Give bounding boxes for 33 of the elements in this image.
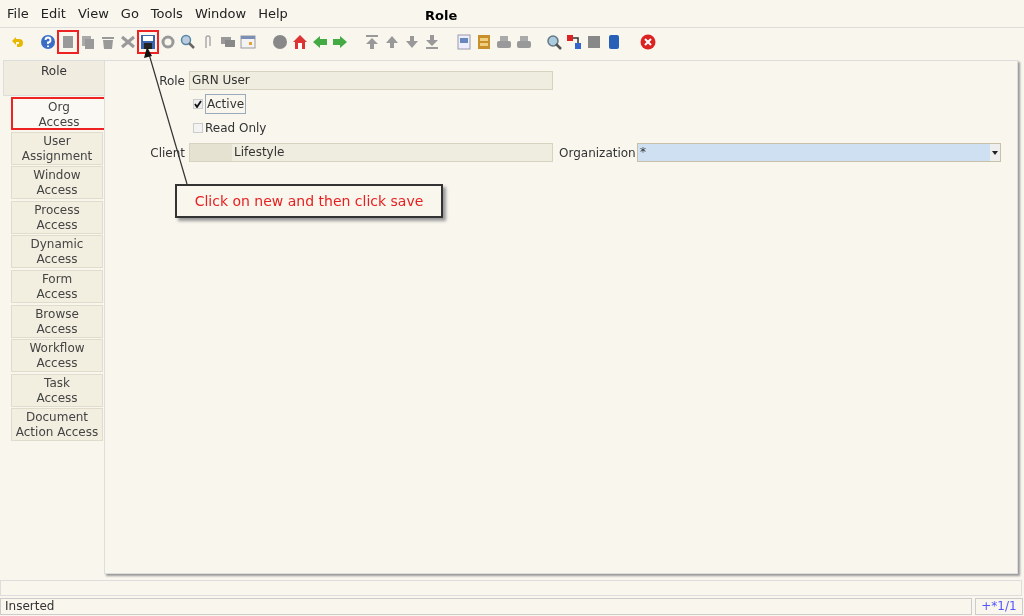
dropdown-caret-icon bbox=[990, 144, 1000, 161]
save-icon[interactable] bbox=[137, 30, 159, 54]
tab[interactable]: Process Access bbox=[11, 200, 103, 234]
menu-item[interactable]: Go bbox=[120, 3, 139, 24]
tab[interactable]: User Assignment bbox=[11, 131, 103, 165]
tab[interactable]: Browse Access bbox=[11, 304, 103, 338]
tab[interactable]: Workflow Access bbox=[11, 339, 103, 373]
status-message: Inserted bbox=[0, 598, 972, 615]
tab[interactable]: Document Action Access bbox=[11, 408, 103, 442]
tab[interactable]: Window Access bbox=[11, 166, 103, 200]
menu-item[interactable]: View bbox=[77, 3, 109, 24]
record-indicator: +*1/1 bbox=[975, 598, 1023, 615]
tab[interactable]: Org Access bbox=[11, 97, 107, 130]
tab[interactable]: Role bbox=[3, 60, 104, 96]
client-field[interactable]: Lifestyle bbox=[189, 143, 553, 162]
window-title: Role bbox=[425, 7, 458, 25]
role-field[interactable]: GRN User bbox=[189, 71, 553, 90]
menu-item[interactable]: Tools bbox=[150, 3, 183, 24]
menu-item[interactable]: Window bbox=[194, 3, 247, 24]
checkbox-label: Active bbox=[205, 94, 247, 114]
checkbox-label: Read Only bbox=[205, 120, 267, 137]
tab[interactable]: Dynamic Access bbox=[11, 235, 103, 269]
field-label: Organization bbox=[559, 144, 637, 162]
menu-item[interactable]: Help bbox=[258, 3, 288, 24]
callout-box: Click on new and then click save bbox=[175, 184, 443, 218]
organization-dropdown[interactable]: * bbox=[637, 143, 1001, 162]
tab[interactable]: Task Access bbox=[11, 373, 103, 407]
menu-item[interactable]: File bbox=[7, 3, 29, 24]
new-record-icon[interactable] bbox=[57, 30, 79, 54]
field-label: Role bbox=[158, 72, 186, 90]
tab[interactable]: Form Access bbox=[11, 269, 103, 303]
menu-item[interactable]: Edit bbox=[40, 3, 66, 24]
checkbox[interactable] bbox=[193, 99, 203, 109]
